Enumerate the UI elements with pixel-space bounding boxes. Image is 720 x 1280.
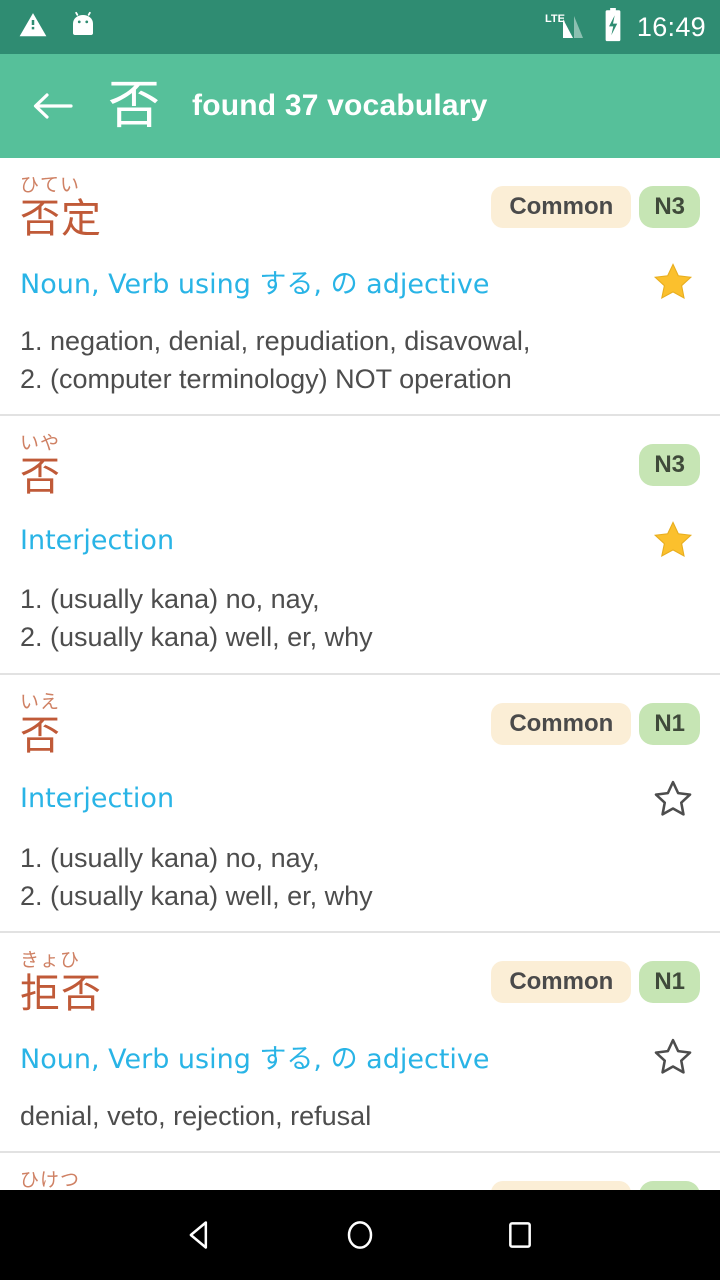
nav-recents-button[interactable]	[480, 1203, 560, 1267]
kanji-word: 拒否	[20, 971, 102, 1018]
entry-header: いや 否 N3	[20, 432, 700, 501]
status-bar-clock: 16:49	[636, 11, 706, 42]
definition-list: 1. (usually kana) no, nay, 2. (usually k…	[20, 580, 700, 657]
definition-item: denial, veto, rejection, refusal	[20, 1100, 372, 1131]
definition-item: 1. (usually kana) no, nay,	[20, 584, 320, 615]
badge-group: Common N3	[491, 176, 700, 228]
nav-back-button[interactable]	[160, 1203, 240, 1267]
favorite-star-button[interactable]	[646, 255, 700, 309]
badge-group: Common N1	[491, 1171, 700, 1190]
back-arrow-icon	[33, 93, 73, 119]
badge-group: Common N1	[491, 693, 700, 745]
vocabulary-entry[interactable]: ひけつ 否決 Common N1	[0, 1153, 720, 1190]
jlpt-level-badge: N1	[639, 702, 700, 745]
word-block: いえ 否	[20, 690, 61, 759]
app-bar-title: found 37 vocabulary	[192, 89, 488, 122]
part-of-speech: Interjection	[20, 783, 175, 815]
status-bar-right-icons: LTE 16:49	[543, 7, 706, 47]
status-bar-left-icons	[18, 10, 98, 45]
status-bar: LTE 16:49	[0, 0, 720, 54]
part-of-speech-row: Noun, Verb using する, の adjective	[20, 255, 700, 309]
back-triangle-icon	[189, 1221, 208, 1249]
furigana-reading: ひけつ	[20, 1169, 81, 1190]
part-of-speech: Interjection	[20, 524, 175, 556]
definition-list: 1. (usually kana) no, nay, 2. (usually k…	[20, 839, 700, 916]
vocabulary-list[interactable]: ひてい 否定 Common N3 Noun, Verb using する, の …	[0, 158, 720, 1190]
definition-item: 1. (usually kana) no, nay,	[20, 842, 320, 873]
app-bar: 否 found 37 vocabulary	[0, 54, 720, 158]
star-outline-icon	[654, 1038, 692, 1074]
definition-item: 1. negation, denial, repudiation, disavo…	[20, 325, 531, 356]
vocabulary-entry[interactable]: きょひ 拒否 Common N1 Noun, Verb using する, の …	[0, 933, 720, 1154]
furigana-reading: ひてい	[20, 174, 81, 196]
vocabulary-entry[interactable]: ひてい 否定 Common N3 Noun, Verb using する, の …	[0, 158, 720, 417]
star-filled-icon	[653, 262, 693, 299]
entry-header: ひてい 否定 Common N3	[20, 174, 700, 242]
part-of-speech-row: Noun, Verb using する, の adjective	[20, 1030, 700, 1084]
definition-list: denial, veto, rejection, refusal	[20, 1097, 700, 1135]
furigana-reading: いや	[20, 432, 61, 455]
home-circle-icon	[347, 1221, 373, 1249]
favorite-star-button[interactable]	[646, 1030, 700, 1084]
warning-triangle-icon	[18, 10, 48, 45]
star-outline-icon	[654, 780, 692, 816]
back-button[interactable]	[26, 79, 80, 133]
part-of-speech: Noun, Verb using する, の adjective	[20, 269, 490, 301]
jlpt-level-badge: N3	[639, 444, 700, 487]
part-of-speech-row: Interjection	[20, 513, 700, 567]
kanji-word: 否定	[20, 195, 102, 242]
star-filled-icon	[653, 521, 693, 558]
jlpt-level-badge: N1	[639, 961, 700, 1004]
battery-charging-icon	[601, 7, 625, 47]
favorite-star-button[interactable]	[646, 772, 700, 826]
favorite-star-button[interactable]	[646, 513, 700, 567]
nav-home-button[interactable]	[320, 1203, 400, 1267]
badge-group: N3	[639, 434, 700, 487]
svg-text:LTE: LTE	[545, 13, 565, 25]
definition-item: 2. (usually kana) well, er, why	[20, 622, 373, 653]
word-block: いや 否	[20, 432, 61, 501]
kanji-word: 否	[20, 454, 61, 501]
word-block: きょひ 拒否	[20, 949, 102, 1018]
vocabulary-entry[interactable]: いえ 否 Common N1 Interjection 1. (usually …	[0, 675, 720, 934]
recents-square-icon	[509, 1222, 531, 1248]
common-badge: Common	[491, 1181, 632, 1190]
vocabulary-entry[interactable]: いや 否 N3 Interjection 1. (usually kana) n…	[0, 416, 720, 675]
common-badge: Common	[491, 961, 632, 1004]
lte-signal-icon: LTE	[543, 9, 589, 46]
definition-list: 1. negation, denial, repudiation, disavo…	[20, 322, 700, 399]
word-block: ひけつ 否決	[20, 1169, 102, 1190]
entry-header: きょひ 拒否 Common N1	[20, 949, 700, 1018]
entry-header: いえ 否 Common N1	[20, 690, 700, 759]
kanji-word: 否	[20, 712, 61, 759]
definition-item: 2. (computer terminology) NOT operation	[20, 364, 512, 395]
part-of-speech-row: Interjection	[20, 772, 700, 826]
android-head-icon	[68, 10, 98, 45]
part-of-speech: Noun, Verb using する, の adjective	[20, 1044, 490, 1076]
word-block: ひてい 否定	[20, 174, 102, 242]
badge-group: Common N1	[491, 951, 700, 1004]
jlpt-level-badge: N1	[639, 1181, 700, 1190]
app-screen: LTE 16:49 否 found 37 vocabulary ひてい 否定 C…	[0, 0, 720, 1280]
entry-header: ひけつ 否決 Common N1	[20, 1169, 700, 1190]
app-bar-kanji: 否	[108, 76, 161, 136]
definition-item: 2. (usually kana) well, er, why	[20, 880, 373, 911]
common-badge: Common	[491, 186, 632, 228]
jlpt-level-badge: N3	[639, 186, 700, 228]
furigana-reading: いえ	[20, 690, 61, 713]
android-navigation-bar	[0, 1190, 720, 1280]
common-badge: Common	[491, 702, 632, 745]
furigana-reading: きょひ	[20, 949, 81, 972]
